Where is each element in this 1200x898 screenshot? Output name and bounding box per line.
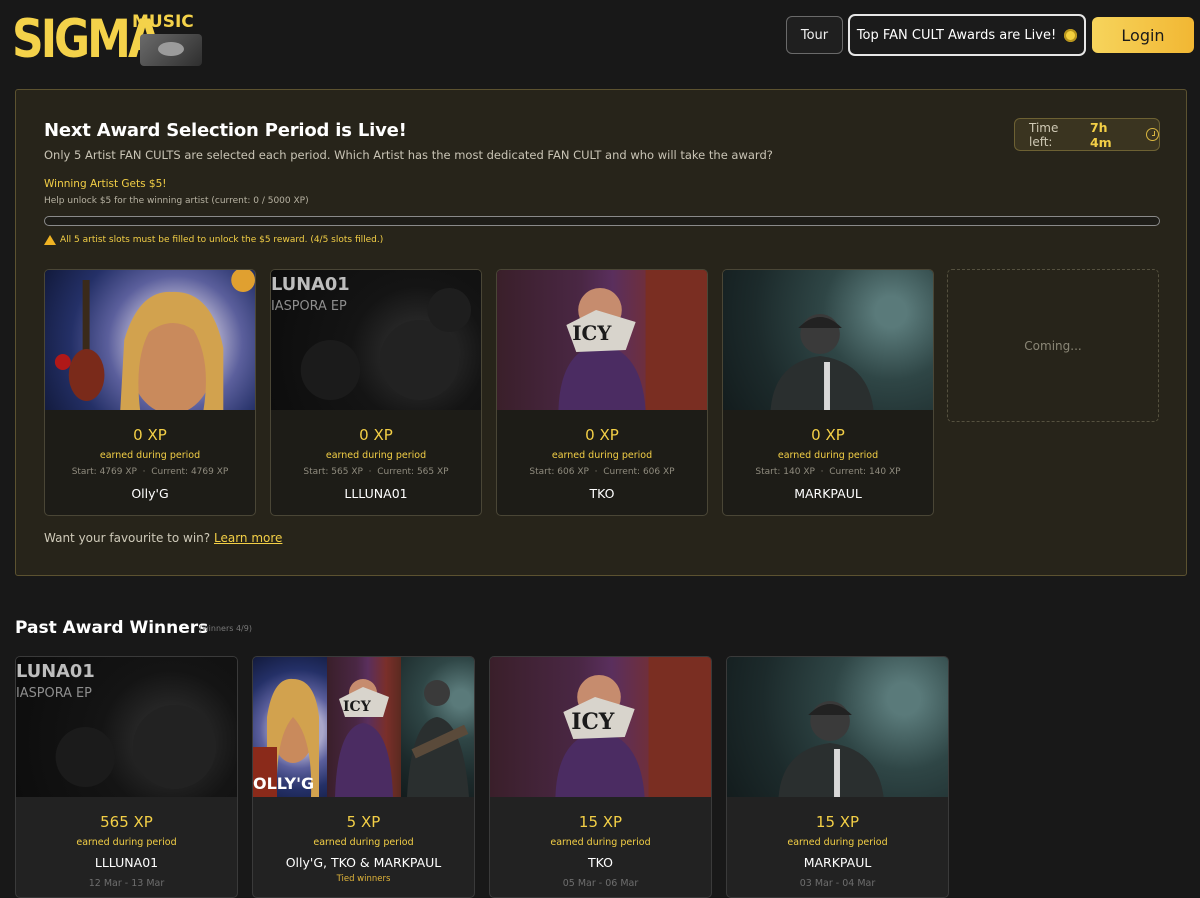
winner-xp: 15 XP xyxy=(578,813,623,831)
winner-period: 03 Mar - 04 Mar xyxy=(799,878,876,889)
panel-title: Next Award Selection Period is Live! xyxy=(44,120,407,141)
current-xp: Current: 565 XP xyxy=(377,467,449,477)
winner-name: MARKPAUL xyxy=(803,855,872,870)
earned-label: earned during period xyxy=(787,837,888,848)
icy-art-text: ICY xyxy=(571,709,614,735)
current-xp: Current: 606 XP xyxy=(603,467,675,477)
artist-card-llluna01[interactable]: LUNA01 IASPORA EP 0 XP earned during per… xyxy=(270,269,482,516)
time-left-label: Time left: xyxy=(1029,120,1059,149)
header: SIGMA MUSIC Tour Top FAN CULT Awards are… xyxy=(0,0,1200,80)
luna-art-subtitle: IASPORA EP xyxy=(16,686,92,701)
winner-name: Olly'G, TKO & MARKPAUL xyxy=(285,855,442,870)
learn-more-prefix: Want your favourite to win? xyxy=(44,531,211,545)
winner-period: 05 Mar - 06 Mar xyxy=(562,878,639,889)
panel-subtitle: Only 5 Artist FAN CULTS are selected eac… xyxy=(44,148,773,162)
tour-button[interactable]: Tour xyxy=(786,16,843,54)
coin-icon xyxy=(1064,28,1078,42)
artist-xp: 0 XP xyxy=(811,426,845,444)
artist-xp: 0 XP xyxy=(359,426,393,444)
earned-label: earned during period xyxy=(76,837,177,848)
olly-art-signature: OLLY'G xyxy=(253,774,314,793)
winner-xp: 565 XP xyxy=(100,813,153,831)
luna-art-title: LUNA01 xyxy=(16,661,95,682)
logo[interactable]: SIGMA MUSIC xyxy=(12,10,202,68)
past-winner-card-markpaul[interactable]: 15 XP earned during period MARKPAUL 03 M… xyxy=(726,656,949,898)
past-winners-count: (winners 4/9) xyxy=(199,624,252,633)
icy-art-text: ICY xyxy=(343,699,372,715)
clock-icon xyxy=(1146,128,1159,141)
fan-cult-awards-button[interactable]: Top FAN CULT Awards are Live! xyxy=(848,14,1086,56)
warning-icon xyxy=(44,235,56,245)
start-xp: Start: 565 XP xyxy=(303,467,363,477)
artist-card-tko[interactable]: ICY 0 XP earned during period Start: 606… xyxy=(496,269,708,516)
winner-name: LLLUNA01 xyxy=(94,855,159,870)
learn-more-row: Want your favourite to win? Learn more xyxy=(44,531,282,545)
award-selection-panel: Next Award Selection Period is Live! Onl… xyxy=(15,89,1187,576)
earned-label: earned during period xyxy=(777,450,879,461)
time-left-badge: Time left: 7h 4m xyxy=(1014,118,1160,151)
artist-image xyxy=(723,270,933,410)
earned-label: earned during period xyxy=(99,450,201,461)
xp-stats: Start: 565 XP · Current: 565 XP xyxy=(303,467,449,477)
winner-xp: 5 XP xyxy=(346,813,381,831)
start-xp: Start: 140 XP xyxy=(755,467,815,477)
luna-art-subtitle: IASPORA EP xyxy=(271,299,347,314)
fan-cult-awards-label: Top FAN CULT Awards are Live! xyxy=(856,27,1057,43)
xp-stats: Start: 606 XP · Current: 606 XP xyxy=(529,467,675,477)
reward-progress-bar xyxy=(44,216,1160,226)
winner-image: ICY xyxy=(490,657,711,797)
winner-image xyxy=(727,657,948,797)
start-xp: Start: 4769 XP xyxy=(71,467,137,477)
winner-period: 12 Mar - 13 Mar xyxy=(88,878,165,889)
earned-label: earned during period xyxy=(313,837,414,848)
past-winner-card-llluna01[interactable]: LUNA01 IASPORA EP 565 XP earned during p… xyxy=(15,656,238,898)
logo-subtitle: MUSIC xyxy=(132,12,194,32)
winner-image: LUNA01 IASPORA EP xyxy=(16,657,237,797)
start-xp: Start: 606 XP xyxy=(529,467,589,477)
past-winner-card-tied[interactable]: OLLY'G ICY 5 XP earned during period Oll… xyxy=(252,656,475,898)
slots-warning: All 5 artist slots must be filled to unl… xyxy=(44,235,383,245)
artist-xp: 0 XP xyxy=(133,426,167,444)
artist-xp: 0 XP xyxy=(585,426,619,444)
past-winner-card-tko[interactable]: ICY 15 XP earned during period TKO 05 Ma… xyxy=(489,656,712,898)
current-xp: Current: 4769 XP xyxy=(151,467,229,477)
earned-label: earned during period xyxy=(550,837,651,848)
winner-image-collage: OLLY'G ICY xyxy=(253,657,474,797)
past-winners-title: Past Award Winners xyxy=(15,618,209,638)
artist-image: ICY xyxy=(497,270,707,410)
winning-reward-help: Help unlock $5 for the winning artist (c… xyxy=(44,196,309,206)
artist-card-ollyg[interactable]: 0 XP earned during period Start: 4769 XP… xyxy=(44,269,256,516)
current-xp: Current: 140 XP xyxy=(829,467,901,477)
time-left-value: 7h 4m xyxy=(1089,119,1112,150)
winning-reward-title: Winning Artist Gets $5! xyxy=(44,178,167,190)
artist-image xyxy=(45,270,255,410)
xp-stats: Start: 140 XP · Current: 140 XP xyxy=(755,467,901,477)
logo-mascot-icon xyxy=(140,34,202,66)
login-button[interactable]: Login xyxy=(1092,17,1194,53)
xp-stats: Start: 4769 XP · Current: 4769 XP xyxy=(71,467,229,477)
earned-label: earned during period xyxy=(325,450,427,461)
artist-cards: 0 XP earned during period Start: 4769 XP… xyxy=(44,269,1164,517)
winner-name: TKO xyxy=(588,855,613,870)
icy-art-text: ICY xyxy=(572,321,612,345)
artist-name: MARKPAUL xyxy=(794,486,862,501)
artist-card-markpaul[interactable]: 0 XP earned during period Start: 140 XP … xyxy=(722,269,934,516)
empty-slot-coming: Coming... xyxy=(947,269,1159,422)
earned-label: earned during period xyxy=(551,450,653,461)
artist-name: TKO xyxy=(589,486,615,501)
winner-xp: 15 XP xyxy=(815,813,860,831)
luna-art-title: LUNA01 xyxy=(271,274,350,295)
tied-winners-badge: Tied winners xyxy=(336,874,391,884)
artist-image: LUNA01 IASPORA EP xyxy=(271,270,481,410)
artist-name: LLLUNA01 xyxy=(344,486,408,501)
slots-warning-text: All 5 artist slots must be filled to unl… xyxy=(60,235,384,245)
learn-more-link[interactable]: Learn more xyxy=(214,531,282,545)
artist-name: Olly'G xyxy=(131,486,169,501)
